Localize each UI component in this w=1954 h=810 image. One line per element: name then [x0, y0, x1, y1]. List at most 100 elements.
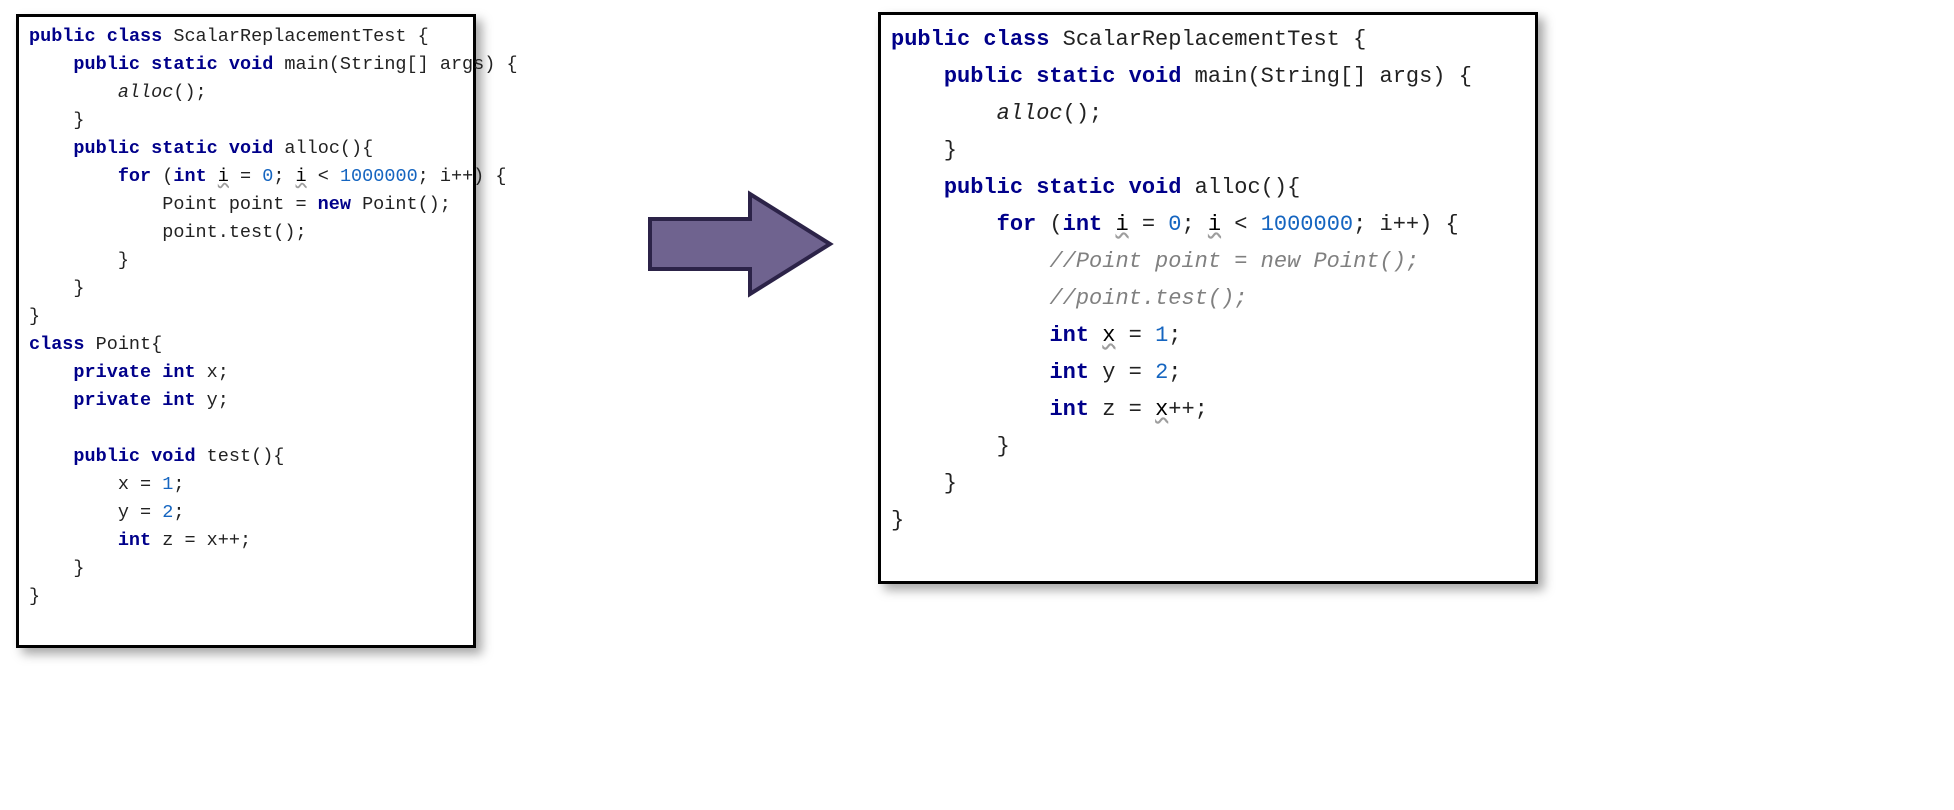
code-token: public — [944, 175, 1023, 200]
code-token: i — [296, 166, 307, 187]
code-token: private — [73, 390, 151, 411]
code-token: } — [29, 558, 85, 579]
code-token: = — [1129, 212, 1169, 237]
code-token: new — [318, 194, 351, 215]
code-before-content: public class ScalarReplacementTest { pub… — [29, 23, 463, 611]
code-token — [891, 286, 1049, 311]
code-token — [29, 82, 118, 103]
code-token: y = — [29, 502, 162, 523]
code-token: x = — [29, 474, 162, 495]
code-token: 2 — [1155, 360, 1168, 385]
code-token: } — [891, 508, 904, 533]
code-token: < — [307, 166, 340, 187]
code-token: y = — [1089, 360, 1155, 385]
code-token: alloc(){ — [1181, 175, 1300, 200]
code-token: private — [73, 362, 151, 383]
code-token — [29, 446, 73, 467]
code-token: 1 — [162, 474, 173, 495]
code-token: ++; — [1168, 397, 1208, 422]
code-token: static — [151, 138, 218, 159]
code-token: public — [73, 54, 140, 75]
code-token: static — [1036, 64, 1115, 89]
code-token: Point(); — [351, 194, 451, 215]
scalar-replacement-diagram: public class ScalarReplacementTest { pub… — [0, 0, 1954, 810]
code-token: } — [29, 110, 85, 131]
code-token: static — [151, 54, 218, 75]
code-token: } — [891, 471, 957, 496]
code-token: x — [1155, 397, 1168, 422]
code-token — [891, 360, 1049, 385]
code-token: ; — [1181, 212, 1207, 237]
code-token — [29, 390, 73, 411]
code-token: ; — [273, 166, 295, 187]
code-token: 1000000 — [340, 166, 418, 187]
code-token: i — [1208, 212, 1221, 237]
code-token — [891, 249, 1049, 274]
code-token: } — [29, 586, 40, 607]
code-token: void — [151, 446, 195, 467]
code-token: int — [1063, 212, 1103, 237]
code-token: ; i++) { — [418, 166, 507, 187]
arrow-shape — [650, 194, 830, 294]
code-token: //Point point = new Point(); — [1049, 249, 1419, 274]
code-token: point.test(); — [29, 222, 307, 243]
code-token: int — [118, 530, 151, 551]
code-token: } — [891, 138, 957, 163]
code-token — [891, 323, 1049, 348]
code-token — [1102, 212, 1115, 237]
code-token: = — [1115, 323, 1155, 348]
code-token: (); — [173, 82, 206, 103]
code-token: class — [107, 26, 163, 47]
code-token: 1000000 — [1261, 212, 1353, 237]
code-token — [891, 212, 997, 237]
code-token: int — [1049, 397, 1089, 422]
code-token: ; — [1168, 360, 1181, 385]
code-token: alloc — [997, 101, 1063, 126]
code-token: 1 — [1155, 323, 1168, 348]
code-token: < — [1221, 212, 1261, 237]
code-token: (); — [1063, 101, 1103, 126]
code-token — [1023, 175, 1036, 200]
code-token: alloc — [118, 82, 174, 103]
code-token — [151, 390, 162, 411]
code-token: 0 — [262, 166, 273, 187]
code-token: int — [1049, 323, 1089, 348]
code-token: Point{ — [85, 334, 163, 355]
code-token — [140, 446, 151, 467]
code-token — [891, 175, 944, 200]
code-token: } — [29, 306, 40, 327]
code-token: 0 — [1168, 212, 1181, 237]
code-token: int — [1049, 360, 1089, 385]
code-before-box: public class ScalarReplacementTest { pub… — [16, 14, 476, 648]
code-token: main(String[] args) { — [1181, 64, 1471, 89]
code-token — [29, 138, 73, 159]
code-token — [140, 54, 151, 75]
code-token — [96, 26, 107, 47]
code-token — [1023, 64, 1036, 89]
code-token: int — [173, 166, 206, 187]
code-token: i — [218, 166, 229, 187]
code-token: z = x++; — [151, 530, 251, 551]
code-token: test(){ — [196, 446, 285, 467]
code-token: } — [891, 434, 1010, 459]
code-after-content: public class ScalarReplacementTest { pub… — [891, 21, 1525, 539]
code-token: ; i++) { — [1353, 212, 1459, 237]
arrow-right-icon — [640, 184, 840, 304]
code-token: alloc(){ — [273, 138, 373, 159]
code-token: for — [118, 166, 151, 187]
code-token: void — [229, 138, 273, 159]
code-token — [891, 101, 997, 126]
code-token — [1089, 323, 1102, 348]
code-token — [1115, 175, 1128, 200]
code-token: void — [229, 54, 273, 75]
code-token: ; — [1168, 323, 1181, 348]
code-token: class — [29, 334, 85, 355]
code-token — [29, 166, 118, 187]
code-token: //point.test(); — [1049, 286, 1247, 311]
code-token — [970, 27, 983, 52]
code-token: i — [1115, 212, 1128, 237]
code-token: void — [1129, 175, 1182, 200]
code-token — [207, 166, 218, 187]
code-token: x — [1102, 323, 1115, 348]
code-token: z = — [1089, 397, 1155, 422]
